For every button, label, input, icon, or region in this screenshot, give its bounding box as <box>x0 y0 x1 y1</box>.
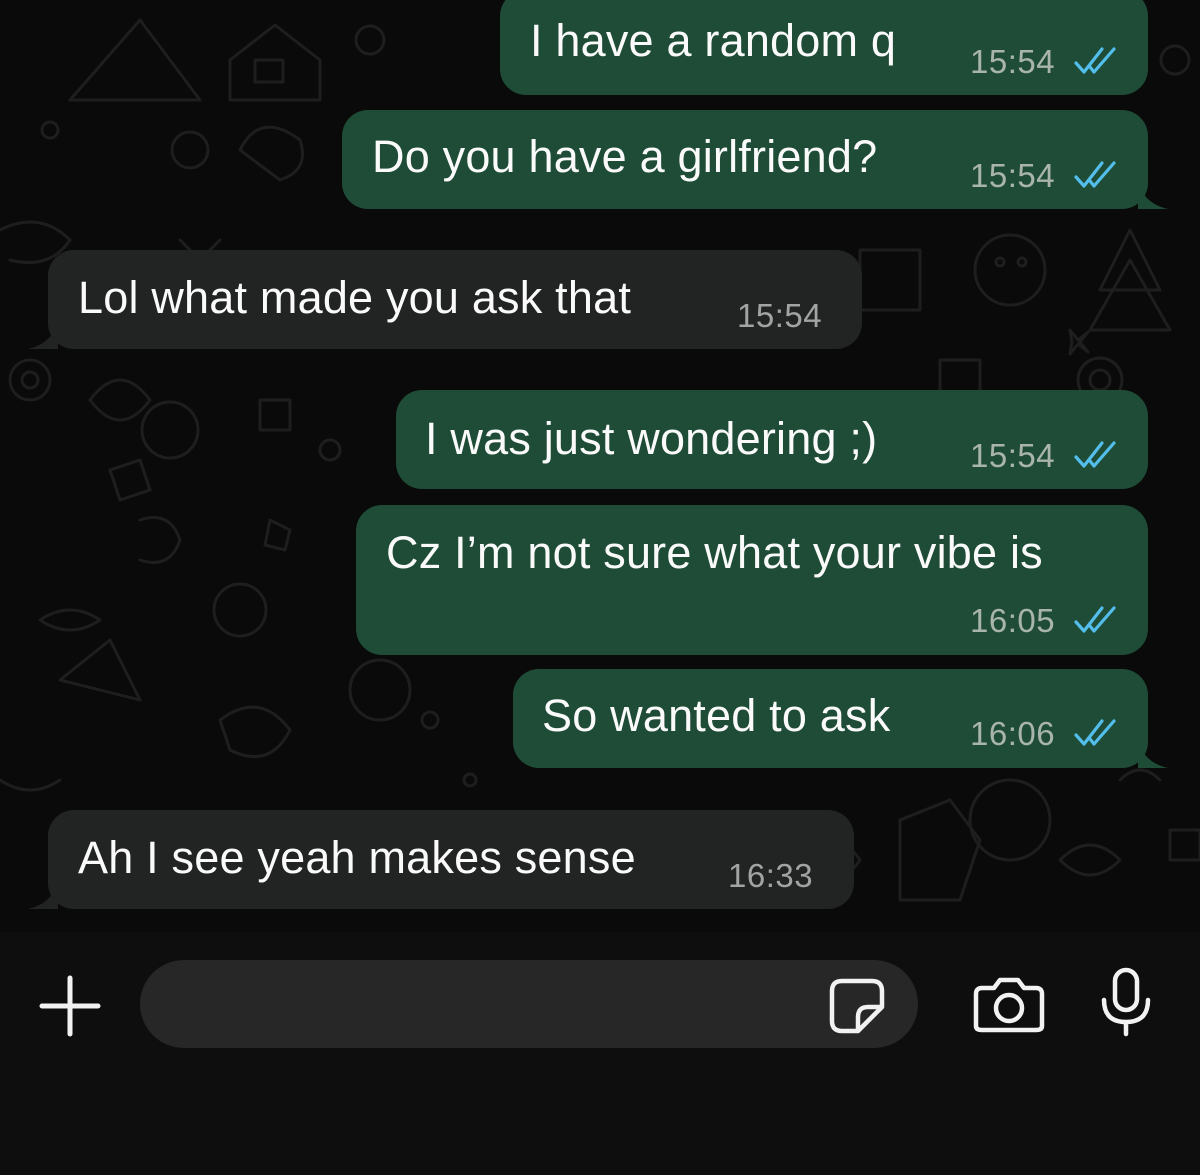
message-time: 15:54 <box>970 157 1056 194</box>
message-text: I was just wondering ;) <box>425 413 878 464</box>
message-time: 15:54 <box>970 437 1056 474</box>
message-time: 16:06 <box>970 715 1056 752</box>
message-time: 15:54 <box>737 297 823 334</box>
message-input[interactable] <box>140 960 918 1048</box>
bubble-tail <box>1138 738 1168 768</box>
message-text: Cz I’m not sure what your vibe is <box>386 527 1043 578</box>
outgoing-message[interactable]: I was just wondering ;) 15:54 <box>396 390 1148 489</box>
bubble-tail <box>1138 179 1168 209</box>
composer-bar <box>0 932 1200 1175</box>
bubble-tail <box>28 319 58 349</box>
read-receipt-icon <box>1074 606 1116 633</box>
message-time: 15:54 <box>970 43 1056 80</box>
outgoing-message[interactable]: So wanted to ask 16:06 <box>513 669 1168 768</box>
bubble-tail <box>28 879 58 909</box>
message-text: I have a random q <box>530 15 897 66</box>
incoming-message[interactable]: Ah I see yeah makes sense 16:33 <box>28 810 854 909</box>
message-text: Do you have a girlfriend? <box>372 131 878 182</box>
incoming-message[interactable]: Lol what made you ask that 15:54 <box>28 250 862 349</box>
plus-icon[interactable] <box>38 974 102 1038</box>
read-receipt-icon <box>1074 719 1116 746</box>
outgoing-message[interactable]: Do you have a girlfriend? 15:54 <box>342 110 1168 209</box>
read-receipt-icon <box>1074 161 1116 188</box>
outgoing-message[interactable]: Cz I’m not sure what your vibe is 16:05 <box>356 505 1148 655</box>
outgoing-message[interactable]: I have a random q 15:54 <box>500 0 1148 95</box>
message-text: Ah I see yeah makes sense <box>78 832 636 883</box>
message-time: 16:33 <box>728 857 814 894</box>
message-text: Lol what made you ask that <box>78 272 632 323</box>
sticker-icon[interactable] <box>828 977 886 1035</box>
message-text: So wanted to ask <box>542 690 891 741</box>
read-receipt-icon <box>1074 441 1116 468</box>
camera-icon[interactable] <box>972 976 1046 1034</box>
message-time: 16:05 <box>970 602 1056 639</box>
microphone-icon[interactable] <box>1098 966 1154 1038</box>
read-receipt-icon <box>1074 47 1116 74</box>
